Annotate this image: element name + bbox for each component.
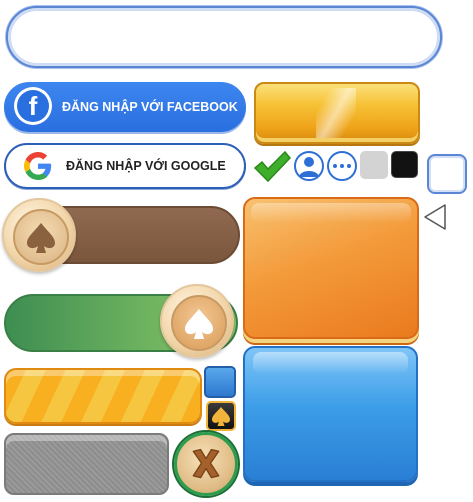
facebook-icon: f <box>14 87 52 125</box>
gray-swatch[interactable] <box>360 151 388 179</box>
small-blue-button[interactable] <box>204 366 236 398</box>
facebook-login-label: ĐĂNG NHẬP VỚI FACEBOOK <box>62 100 238 114</box>
orange-progress-bar <box>4 368 202 424</box>
arrow-left-icon[interactable] <box>422 202 448 232</box>
gold-button[interactable] <box>254 82 420 144</box>
more-dots-icon[interactable] <box>327 151 357 181</box>
google-icon <box>24 152 52 180</box>
close-x-icon <box>192 448 220 479</box>
blue-panel <box>243 346 418 482</box>
spade-icon <box>27 223 55 253</box>
square-checkbox-frame[interactable] <box>427 154 467 194</box>
spade-icon <box>212 407 230 426</box>
facebook-login-button[interactable]: f ĐĂNG NHẬP VỚI FACEBOOK <box>4 82 246 132</box>
text-input-frame[interactable] <box>6 6 442 68</box>
gray-disabled-button[interactable] <box>4 433 169 495</box>
user-avatar-icon[interactable] <box>294 151 324 181</box>
google-login-label: ĐĂNG NHẬP VỚI GOOGLE <box>66 159 226 173</box>
black-swatch[interactable] <box>391 151 418 178</box>
orange-panel <box>243 197 419 339</box>
close-button[interactable] <box>174 432 238 496</box>
google-login-button[interactable]: ĐĂNG NHẬP VỚI GOOGLE <box>4 143 246 189</box>
spade-icon <box>185 309 213 339</box>
brown-toggle-knob[interactable] <box>2 198 76 272</box>
small-spade-button[interactable] <box>206 401 236 431</box>
checkmark-icon <box>253 150 292 183</box>
green-toggle-knob[interactable] <box>160 284 234 358</box>
